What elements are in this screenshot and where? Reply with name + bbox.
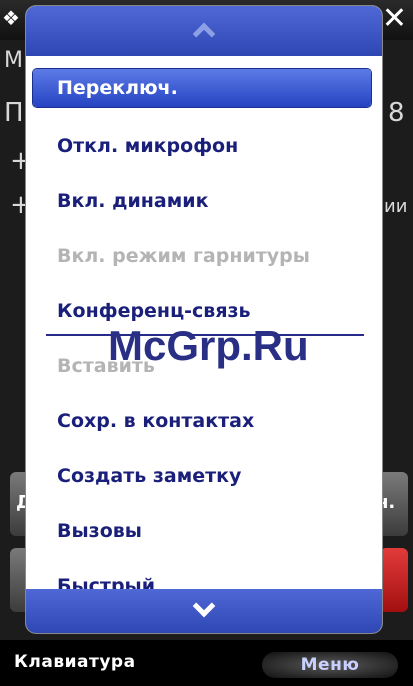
watermark-text: McGrp.Ru: [108, 322, 309, 369]
menu-item-speed-dial[interactable]: Быстрый: [26, 567, 382, 589]
menu-item-label: Создать заметку: [57, 465, 242, 487]
background-label: П: [4, 98, 24, 128]
menu-item-calls[interactable]: Вызовы: [26, 512, 382, 550]
menu-item-label: Вызовы: [57, 520, 142, 542]
menu-item-save-to-contacts[interactable]: Сохр. в контактах: [26, 402, 382, 440]
softkey-keyboard[interactable]: Клавиатура: [14, 652, 136, 672]
menu-item-switch[interactable]: Переключ.: [33, 69, 371, 107]
softkey-menu[interactable]: Меню: [262, 652, 398, 678]
windows-start-icon[interactable]: ❖: [2, 6, 24, 30]
chevron-down-icon: [192, 594, 216, 618]
softkey-menu-label: Меню: [300, 655, 360, 675]
context-menu: Переключ. Откл. микрофон Вкл. динамик Вк…: [26, 6, 382, 633]
scroll-down-button[interactable]: [26, 589, 382, 633]
menu-item-label: Сохр. в контактах: [57, 410, 255, 432]
background-label: M: [4, 48, 23, 73]
menu-item-headset-mode: Вкл. режим гарнитуры: [26, 237, 382, 275]
scroll-up-button[interactable]: [26, 6, 382, 56]
menu-item-label: Конференц-связь: [57, 300, 251, 322]
menu-item-create-note[interactable]: Создать заметку: [26, 457, 382, 495]
close-icon[interactable]: ✕: [382, 4, 407, 34]
menu-item-mute-microphone[interactable]: Откл. микрофон: [26, 127, 382, 165]
end-call-button[interactable]: [380, 548, 408, 612]
chevron-up-icon: [192, 22, 216, 46]
menu-item-speaker-on[interactable]: Вкл. динамик: [26, 182, 382, 220]
menu-item-label: Вкл. динамик: [57, 190, 209, 212]
menu-item-label: Переключ.: [57, 77, 178, 99]
background-label: 8: [388, 98, 405, 128]
menu-item-label: Откл. микрофон: [57, 135, 239, 157]
background-label: ии: [384, 196, 408, 217]
menu-item-label: Вкл. режим гарнитуры: [57, 245, 310, 267]
menu-item-label: Быстрый: [57, 575, 156, 589]
